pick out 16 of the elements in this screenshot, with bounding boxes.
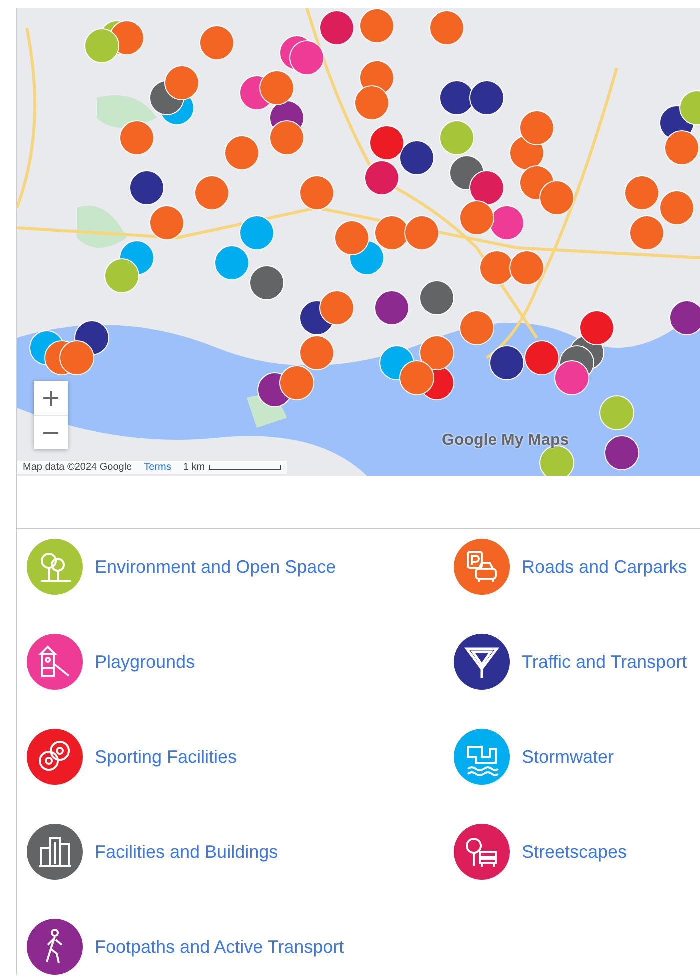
category-link[interactable]: Streetscapes bbox=[522, 842, 628, 862]
scale-label: 1 km bbox=[183, 462, 206, 473]
zoom-in-button[interactable]: + bbox=[34, 381, 68, 415]
category-link[interactable]: Playgrounds bbox=[95, 652, 196, 672]
zoom-out-button[interactable]: − bbox=[34, 415, 68, 449]
category-link[interactable]: Sporting Facilities bbox=[95, 746, 238, 768]
category-link[interactable]: Stormwater bbox=[522, 746, 614, 768]
category-link[interactable]: Facilities and Buildings bbox=[95, 842, 278, 862]
category-link[interactable]: Footpaths and Active Transport bbox=[95, 936, 344, 958]
map-attribution: Map data ©2024 Google bbox=[23, 462, 132, 473]
map-logo: Google My Maps bbox=[442, 432, 570, 450]
map-drawing[interactable] bbox=[17, 8, 700, 476]
category-link[interactable]: Traffic and Transport bbox=[522, 652, 688, 672]
category-link[interactable]: Environment and Open Space bbox=[95, 556, 336, 578]
terms-link[interactable]: Terms bbox=[144, 462, 172, 473]
category-link[interactable]: Roads and Carparks bbox=[522, 556, 688, 578]
